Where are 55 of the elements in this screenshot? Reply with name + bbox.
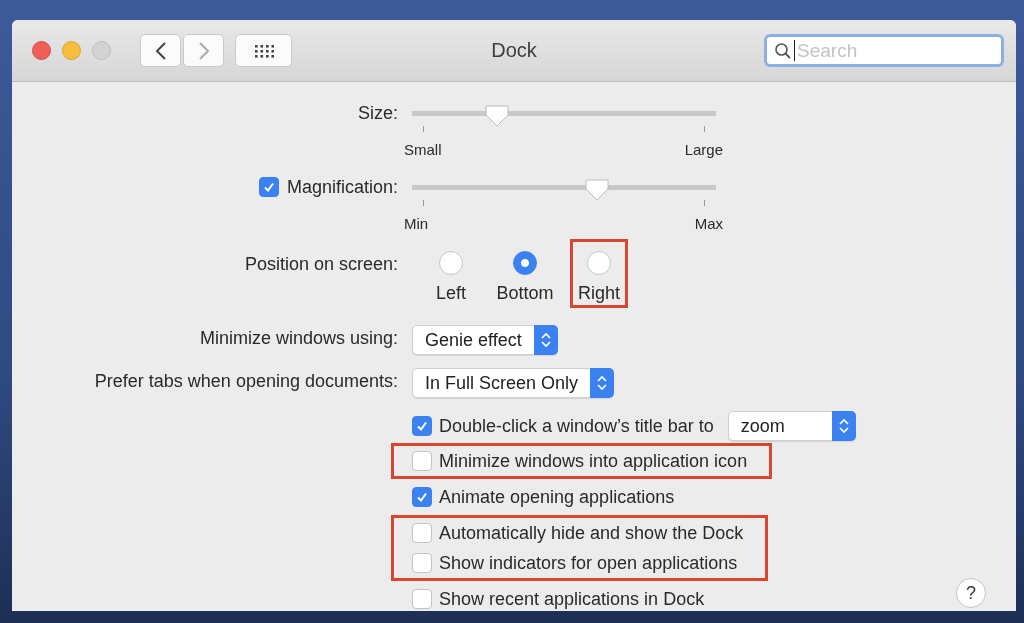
max-label: Large xyxy=(684,140,723,158)
checkbox[interactable] xyxy=(412,589,432,609)
min-label: Small xyxy=(404,140,442,158)
stepper-arrows-icon xyxy=(533,325,558,355)
tick-mark xyxy=(423,200,424,206)
radio-label: Bottom xyxy=(496,283,554,303)
max-label: Max xyxy=(694,214,723,232)
radio-button[interactable] xyxy=(439,251,463,275)
search-icon xyxy=(774,42,792,60)
checkbox[interactable] xyxy=(412,553,432,573)
minimize-button[interactable] xyxy=(62,41,81,60)
prefer-tabs-label: Prefer tabs when opening documents: xyxy=(94,370,398,392)
tick-mark xyxy=(423,126,424,132)
minimize-label: Minimize windows using: xyxy=(199,327,398,349)
text-cursor xyxy=(794,40,795,61)
checkbox-label: Show indicators for open applications xyxy=(439,552,738,574)
back-button[interactable] xyxy=(140,34,181,67)
min-label: Min xyxy=(404,214,429,232)
help-button[interactable]: ? xyxy=(956,578,986,608)
radio-label: Left xyxy=(436,283,466,303)
chevron-right-icon xyxy=(197,40,210,61)
radio-button[interactable] xyxy=(513,251,537,275)
checkbox[interactable] xyxy=(412,523,432,543)
popup-button[interactable]: zoom xyxy=(727,411,856,441)
radio-button[interactable] xyxy=(587,251,611,275)
popup-button[interactable]: In Full Screen Only xyxy=(412,368,615,398)
show-all-button[interactable] xyxy=(235,34,292,67)
checkbox-label: Double-click a window’s title bar to xyxy=(439,415,714,437)
checkbox-label: Animate opening applications xyxy=(439,486,675,508)
checkmark-icon xyxy=(415,419,429,433)
chevron-left-icon xyxy=(154,40,167,61)
checkbox-label: Minimize windows into application icon xyxy=(439,450,748,472)
checkbox[interactable] xyxy=(412,416,432,436)
slider-thumb[interactable] xyxy=(484,105,511,127)
tick-mark xyxy=(704,200,705,206)
checkbox[interactable] xyxy=(412,451,432,471)
checkbox-label: Automatically hide and show the Dock xyxy=(439,522,744,544)
window-title: Dock xyxy=(490,39,538,62)
magnification-label: Magnification: xyxy=(286,176,398,198)
checkbox-label: Show recent applications in Dock xyxy=(439,588,705,610)
search-field[interactable]: Search xyxy=(764,34,1004,67)
tick-mark xyxy=(704,126,705,132)
slider-thumb[interactable] xyxy=(584,179,611,201)
popup-button[interactable]: Genie effect xyxy=(412,325,558,355)
radio-label: Right xyxy=(578,283,620,303)
size-label: Size: xyxy=(357,102,398,124)
zoom-button[interactable] xyxy=(92,41,111,60)
close-button[interactable] xyxy=(32,41,51,60)
stepper-arrows-icon xyxy=(831,411,856,441)
position-label: Position on screen: xyxy=(244,253,398,275)
grid-icon xyxy=(253,43,274,58)
checkmark-icon xyxy=(415,490,429,504)
stepper-arrows-icon xyxy=(590,368,615,398)
checkbox[interactable] xyxy=(258,177,279,197)
checkbox[interactable] xyxy=(412,487,432,507)
